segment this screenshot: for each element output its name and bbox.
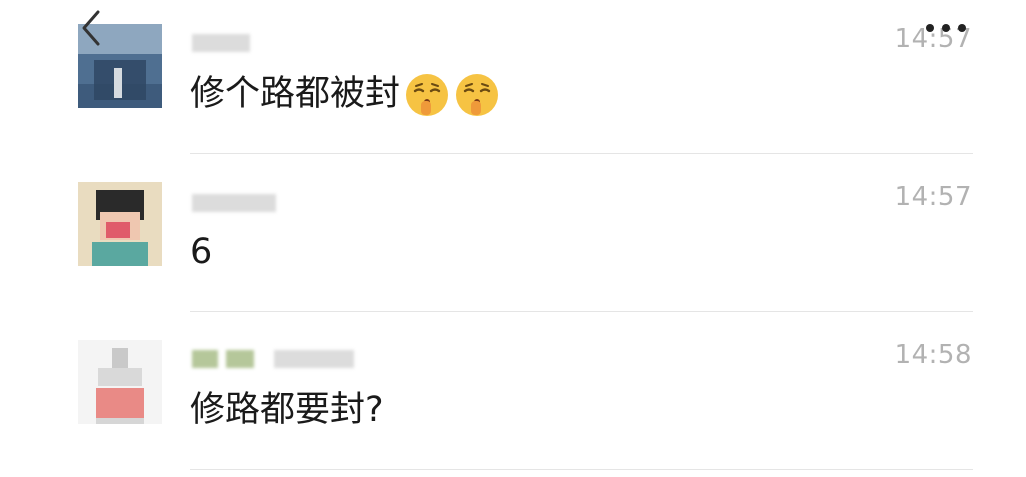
divider [190, 153, 973, 154]
sender-name-redacted [190, 188, 390, 212]
divider [190, 469, 973, 470]
message-item[interactable]: 14:58 修路都要封? [0, 316, 1026, 474]
message-text: 6 [190, 232, 213, 272]
message-text: 修路都要封? [190, 390, 384, 430]
sender-name-redacted [190, 346, 390, 370]
message-time: 14:57 [894, 182, 972, 212]
sender-name-redacted [190, 30, 390, 54]
message-text: 修个路都被封 [190, 68, 500, 120]
chevron-left-icon [82, 10, 100, 46]
avatar[interactable] [78, 182, 162, 266]
message-item[interactable]: 14:57 6 [0, 158, 1026, 316]
avatar[interactable] [78, 340, 162, 424]
message-item[interactable]: 14:57 修个路都被封 [0, 0, 1026, 158]
shushing-face-emoji [404, 72, 450, 118]
message-text-content: 修个路都被封 [190, 74, 401, 114]
more-dots-icon [926, 24, 966, 32]
message-time: 14:58 [894, 340, 972, 370]
shushing-face-emoji [454, 72, 500, 118]
more-button[interactable] [922, 16, 970, 40]
divider [190, 311, 973, 312]
back-button[interactable] [78, 8, 104, 48]
